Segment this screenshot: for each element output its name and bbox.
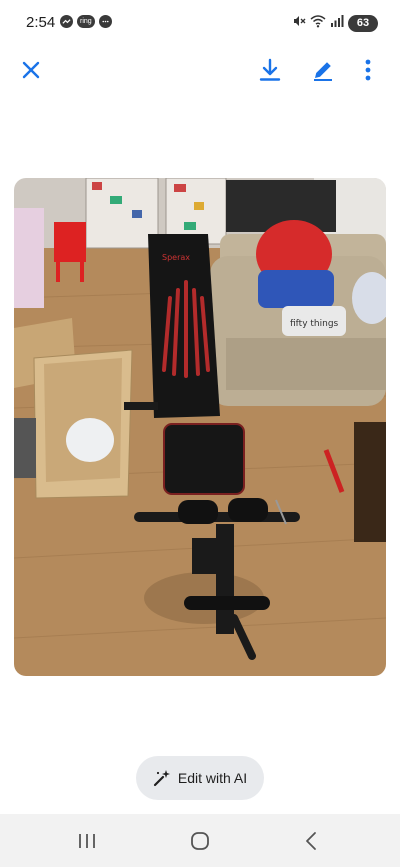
ring-notification-icon: ring (77, 15, 95, 28)
close-icon (22, 61, 40, 79)
viewer-toolbar (0, 48, 400, 92)
back-icon (306, 832, 316, 850)
recents-icon (79, 834, 95, 848)
sparkle-pen-icon (153, 770, 170, 787)
download-button[interactable] (254, 54, 286, 86)
download-icon (259, 58, 281, 81)
wifi-icon (310, 14, 326, 33)
battery-indicator: 63 (348, 15, 378, 32)
recents-button[interactable] (67, 826, 107, 856)
home-icon (191, 832, 209, 850)
status-bar: 2:54 ring 63 (0, 0, 400, 44)
back-button[interactable] (291, 826, 331, 856)
mute-icon (292, 14, 306, 33)
status-time: 2:54 (26, 14, 56, 31)
close-button[interactable] (15, 54, 47, 86)
system-nav-bar (0, 814, 400, 867)
edit-button[interactable] (307, 54, 339, 86)
pillow-text: fifty things (290, 319, 339, 329)
more-options-button[interactable] (352, 54, 384, 86)
more-vert-icon (365, 59, 371, 81)
edit-with-ai-label: Edit with AI (177, 770, 248, 786)
edit-with-ai-button[interactable]: Edit with AI (136, 756, 264, 800)
pencil-icon (314, 62, 332, 81)
photo-image[interactable]: fifty things Sperax (14, 178, 386, 676)
messenger-icon (60, 15, 73, 28)
home-button[interactable] (180, 826, 220, 856)
chat-icon (98, 15, 112, 28)
status-notification-icons: ring (60, 15, 112, 28)
bench-brand-text: Sperax (162, 253, 190, 262)
bench-photo: fifty things Sperax (14, 178, 386, 676)
status-system-icons: 63 (292, 14, 378, 33)
signal-icon (330, 14, 344, 33)
